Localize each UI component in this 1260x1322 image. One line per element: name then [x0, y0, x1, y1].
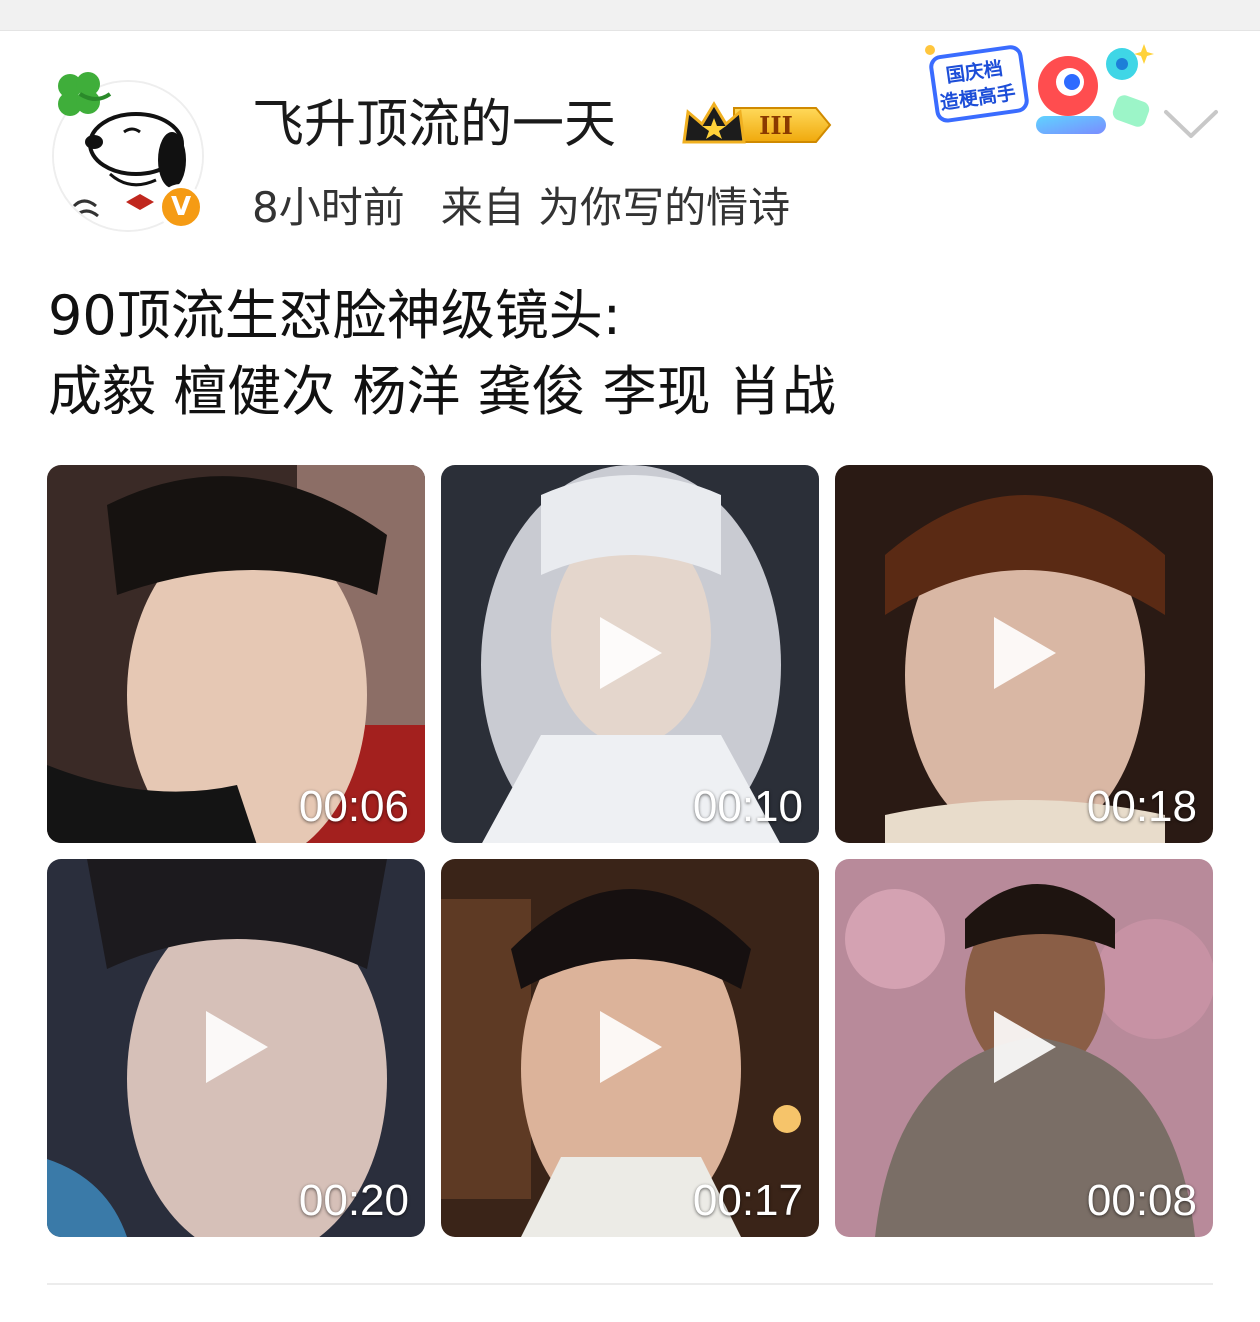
video-tile[interactable]: 00:10	[441, 465, 819, 843]
divider	[47, 1283, 1213, 1285]
post-text-line-1: 90顶流生怼脸神级镜头:	[48, 284, 621, 347]
play-icon[interactable]	[202, 1007, 272, 1087]
video-duration: 00:17	[692, 1176, 803, 1225]
member-level-crown-icon[interactable]: III	[680, 98, 832, 152]
video-tile[interactable]: 00:20	[47, 859, 425, 1237]
play-icon[interactable]	[990, 613, 1060, 693]
promo-badge-icon[interactable]: 国庆档 造梗高手	[918, 38, 1154, 150]
verified-badge-icon: V	[158, 184, 204, 230]
video-duration: 00:08	[1086, 1176, 1197, 1225]
video-duration: 00:20	[298, 1176, 409, 1225]
video-tile[interactable]: 00:08	[835, 859, 1213, 1237]
post-body: 90顶流生怼脸神级镜头: 成毅 檀健次 杨洋 龚俊 李现 肖战	[48, 278, 1218, 430]
play-icon[interactable]	[990, 1007, 1060, 1087]
level-badge-text: III	[759, 111, 793, 140]
chevron-down-icon[interactable]	[1162, 104, 1220, 144]
user-avatar[interactable]: V	[48, 64, 208, 240]
clover-icon	[58, 72, 112, 116]
video-duration: 00:06	[298, 782, 409, 831]
post-text-line-2: 成毅 檀健次 杨洋 龚俊 李现 肖战	[48, 360, 836, 423]
top-status-strip	[0, 0, 1260, 31]
post-meta: 8小时前 来自 为你写的情诗	[252, 180, 790, 236]
video-tile[interactable]: 00:17	[441, 859, 819, 1237]
play-icon[interactable]	[596, 613, 666, 693]
video-tile[interactable]: 00:18	[835, 465, 1213, 843]
play-icon[interactable]	[596, 1007, 666, 1087]
post-time: 8小时前	[252, 183, 405, 232]
video-grid: 00:06 00:10 00:18 00:20 00:17 00:08	[47, 465, 1213, 1237]
video-duration: 00:18	[1086, 782, 1197, 831]
post-source[interactable]: 来自 为你写的情诗	[441, 183, 790, 232]
video-duration: 00:10	[692, 782, 803, 831]
video-tile[interactable]: 00:06	[47, 465, 425, 843]
username[interactable]: 飞升顶流的一天	[252, 92, 616, 158]
